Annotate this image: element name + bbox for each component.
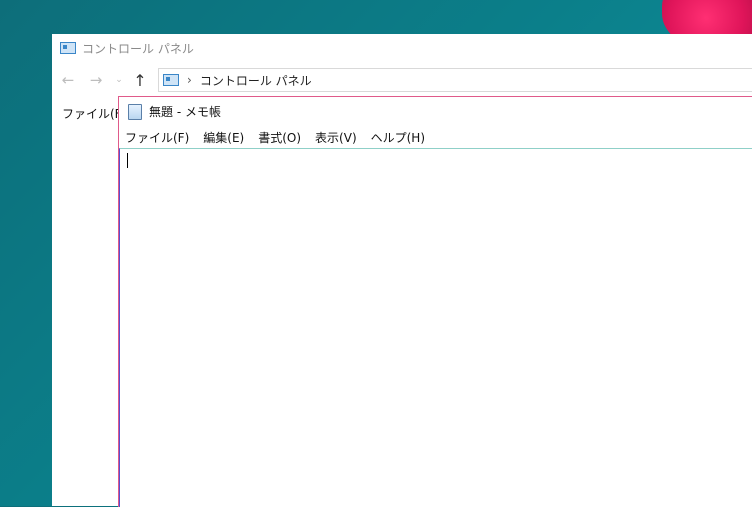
menu-help[interactable]: ヘルプ(H) — [371, 129, 425, 146]
control-panel-navbar: ← → ⌄ ↑ › コントロール パネル — [52, 62, 752, 98]
recent-locations-chevron-icon[interactable]: ⌄ — [114, 75, 124, 85]
menu-format[interactable]: 書式(O) — [258, 129, 301, 146]
address-control-panel-icon — [163, 74, 179, 86]
menu-edit[interactable]: 編集(E) — [203, 129, 244, 146]
notepad-window: 無題 - メモ帳 ファイル(F) 編集(E) 書式(O) 表示(V) ヘルプ(H… — [118, 96, 752, 507]
breadcrumb-control-panel[interactable]: コントロール パネル — [200, 72, 312, 89]
menu-file[interactable]: ファイル(F) — [125, 129, 189, 146]
forward-arrow-icon[interactable]: → — [86, 71, 106, 89]
menu-file[interactable]: ファイル(F) — [62, 105, 126, 122]
breadcrumb-separator-icon[interactable]: › — [187, 73, 192, 87]
notepad-text-area[interactable] — [119, 148, 752, 507]
back-arrow-icon[interactable]: ← — [58, 71, 78, 89]
notepad-titlebar[interactable]: 無題 - メモ帳 — [119, 97, 752, 126]
control-panel-icon — [60, 42, 76, 54]
text-caret — [127, 153, 128, 168]
notepad-title: 無題 - メモ帳 — [149, 105, 221, 119]
control-panel-titlebar[interactable]: コントロール パネル — [52, 34, 752, 62]
notepad-menubar: ファイル(F) 編集(E) 書式(O) 表示(V) ヘルプ(H) — [119, 126, 752, 148]
address-bar[interactable]: › コントロール パネル — [158, 68, 752, 92]
control-panel-title: コントロール パネル — [82, 41, 194, 56]
notepad-icon — [128, 103, 142, 120]
up-arrow-icon[interactable]: ↑ — [130, 71, 150, 90]
menu-view[interactable]: 表示(V) — [315, 129, 357, 146]
